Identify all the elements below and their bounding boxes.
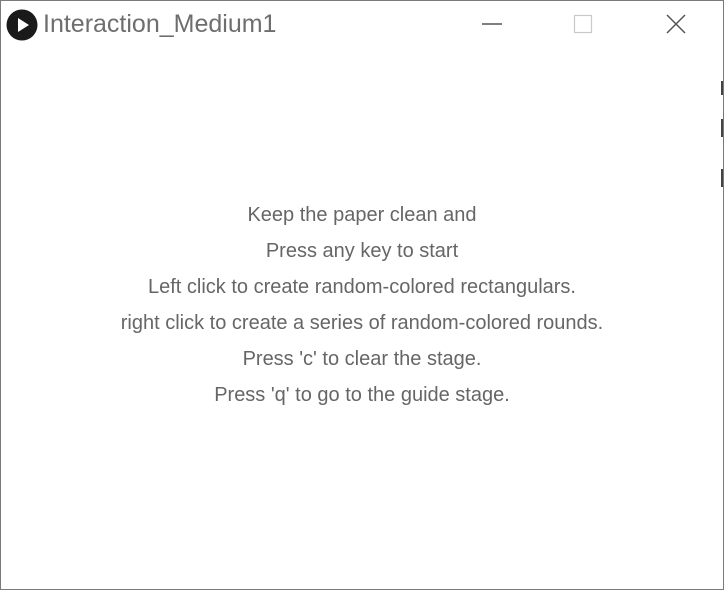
maximize-button[interactable] (560, 1, 606, 47)
processing-play-icon[interactable] (6, 9, 38, 41)
minimize-icon (482, 14, 502, 34)
sketch-canvas[interactable]: Keep the paper clean and Press any key t… (1, 47, 723, 589)
maximize-icon (573, 14, 593, 34)
instruction-line-4: right click to create a series of random… (120, 312, 604, 334)
close-icon (665, 13, 687, 35)
instruction-line-5: Press 'c' to clear the stage. (242, 348, 482, 370)
edge-mark (721, 81, 723, 95)
edge-mark (721, 119, 723, 137)
instruction-line-1: Keep the paper clean and (247, 204, 477, 226)
edge-mark (721, 169, 723, 187)
instruction-line-6: Press 'q' to go to the guide stage. (214, 384, 510, 406)
close-button[interactable] (653, 1, 699, 47)
app-window: Interaction_Medium1 Keep the paper clean… (0, 0, 724, 590)
instruction-line-3: Left click to create random-colored rect… (148, 276, 576, 298)
title-bar[interactable]: Interaction_Medium1 (1, 1, 723, 47)
window-title: Interaction_Medium1 (43, 10, 277, 38)
instructions-text: Keep the paper clean and Press any key t… (1, 197, 723, 413)
instruction-line-2: Press any key to start (265, 240, 459, 262)
minimize-button[interactable] (469, 1, 515, 47)
